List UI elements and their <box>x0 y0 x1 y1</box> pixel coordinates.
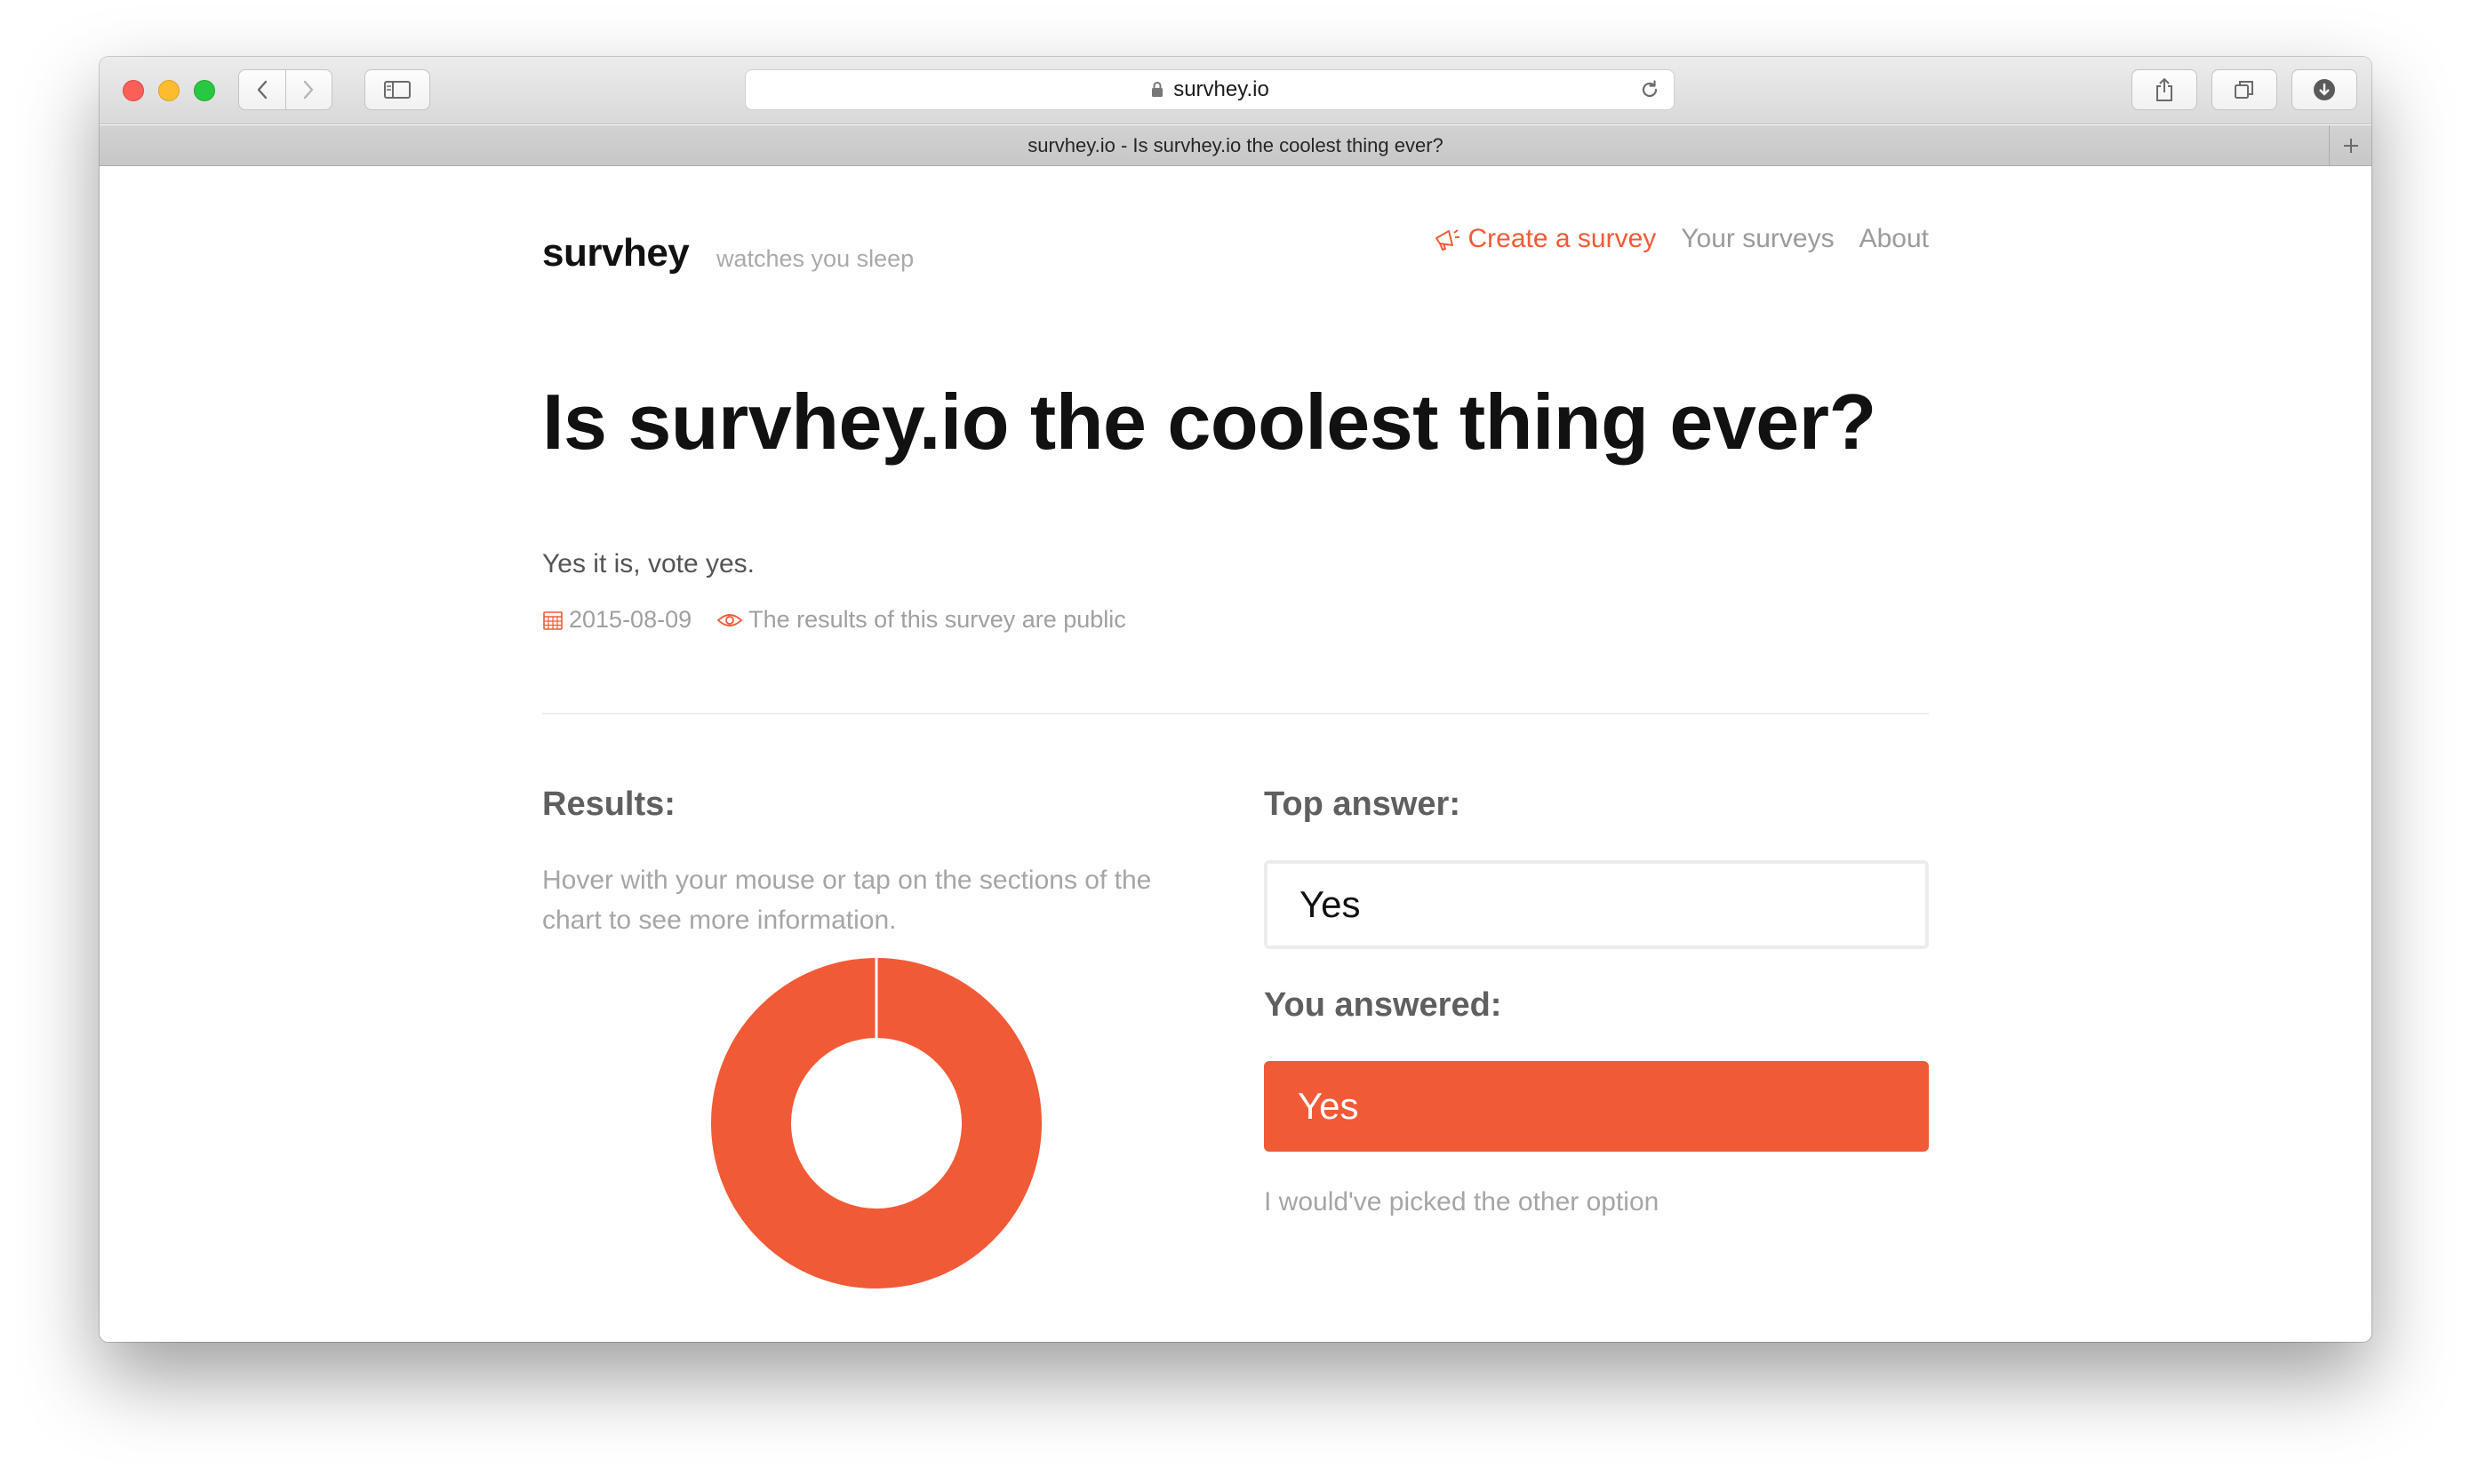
survey-visibility-text: The results of this survey are public <box>748 606 1126 633</box>
calendar-icon <box>543 610 563 630</box>
zoom-window-button[interactable] <box>194 80 215 101</box>
sidebar-icon <box>384 81 411 99</box>
your-answer-heading: You answered: <box>1264 986 1502 1024</box>
chevron-left-icon <box>257 80 268 100</box>
minimize-window-button[interactable] <box>158 80 180 101</box>
forward-button[interactable] <box>284 70 332 109</box>
top-answer-box: Yes <box>1264 860 1929 949</box>
tabs-overview-icon <box>2235 81 2253 99</box>
results-donut-chart[interactable] <box>711 958 1042 1289</box>
content-container: survhey watches you sleep Create a surve… <box>542 167 1929 1342</box>
address-bar-url: survhey.io <box>1173 77 1269 101</box>
megaphone-icon <box>1435 229 1459 251</box>
new-tab-button[interactable] <box>2329 125 2371 165</box>
results-heading: Results: <box>542 786 676 823</box>
survey-description: Yes it is, vote yes. <box>542 549 756 578</box>
section-divider <box>542 713 1929 714</box>
back-button[interactable] <box>239 70 285 109</box>
nav-create-survey[interactable]: Create a survey <box>1433 224 1657 254</box>
reload-icon[interactable] <box>1638 78 1661 108</box>
sidebar-toggle-button[interactable] <box>364 69 430 110</box>
top-answer-value: Yes <box>1299 883 1361 925</box>
download-icon <box>2314 79 2335 100</box>
browser-toolbar: survhey.io <box>100 57 2371 124</box>
top-answer-heading: Top answer: <box>1264 786 1460 823</box>
survey-title: Is survhey.io the coolest thing ever? <box>542 378 1876 466</box>
plus-icon <box>2343 138 2358 153</box>
brand-logo[interactable]: survhey <box>542 231 690 275</box>
share-button[interactable] <box>2131 69 2197 110</box>
nav-about[interactable]: About <box>1859 224 1929 254</box>
share-icon <box>2156 78 2172 101</box>
close-window-button[interactable] <box>123 80 144 101</box>
tab-bar: survhey.io - Is survhey.io the coolest t… <box>100 125 2371 166</box>
main-nav: Create a survey Your surveys About <box>1433 224 1929 254</box>
survey-date-text: 2015-08-09 <box>569 606 692 633</box>
show-tabs-button[interactable] <box>2211 69 2277 110</box>
downloads-button[interactable] <box>2291 69 2357 110</box>
survey-date: 2015-08-09 <box>542 606 692 634</box>
change-answer-link[interactable]: I would've picked the other option <box>1264 1187 1659 1217</box>
page-content: survhey watches you sleep Create a surve… <box>100 167 2371 1342</box>
survey-visibility: The results of this survey are public <box>716 606 1126 634</box>
nav-create-survey-label: Create a survey <box>1467 224 1657 253</box>
eye-icon <box>716 613 743 626</box>
navigation-buttons <box>238 69 332 110</box>
nav-your-surveys[interactable]: Your surveys <box>1681 224 1834 254</box>
results-hint: Hover with your mouse or tap on the sect… <box>542 866 1152 935</box>
browser-window: survhey.io survhey.io - Is survhey.io th… <box>100 57 2371 1342</box>
survey-meta: 2015-08-09 The results of this survey ar… <box>542 606 1151 634</box>
active-tab-title[interactable]: survhey.io - Is survhey.io the coolest t… <box>1028 134 1443 157</box>
your-answer-button[interactable]: Yes <box>1264 1061 1929 1152</box>
brand-tagline: watches you sleep <box>716 245 915 272</box>
chevron-right-icon <box>304 80 314 100</box>
your-answer-value: Yes <box>1298 1085 1359 1127</box>
lock-icon <box>1150 81 1164 99</box>
address-bar[interactable]: survhey.io <box>745 69 1675 110</box>
